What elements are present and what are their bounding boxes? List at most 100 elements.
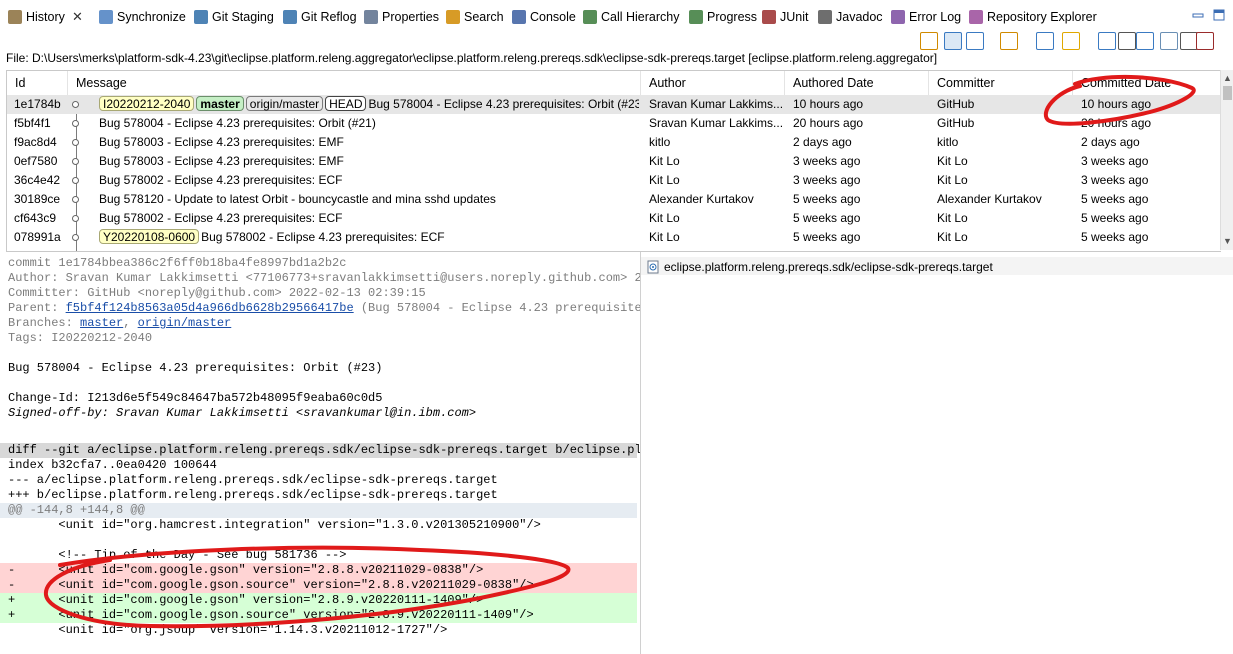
- close-icon[interactable]: ✕: [72, 9, 83, 25]
- commit-committer: Kit Lo: [937, 173, 968, 187]
- scroll-up-icon[interactable]: ▲: [1223, 73, 1232, 83]
- commit-row[interactable]: 078991a Y20220108-0600 Bug 578002 - Eclips…: [7, 228, 1221, 247]
- error-log-icon: [891, 10, 905, 24]
- commit-committed-date: 10 hours ago: [1081, 97, 1152, 111]
- commit-author: kitlo: [649, 135, 671, 149]
- parent-hash-link[interactable]: f5bf4f124b8563a05d4a966db6628b29566417be: [66, 301, 354, 315]
- tab-history[interactable]: History: [8, 6, 65, 28]
- compare-mode-icon[interactable]: [944, 32, 962, 50]
- commit-committed-date: 3 weeks ago: [1081, 173, 1149, 187]
- commit-id: f5bf4f1: [14, 116, 51, 130]
- diff-added-line: + <unit id="com.google.gson.source" vers…: [8, 608, 534, 622]
- commit-row[interactable]: 30189ce Bug 578120 - Update to latest Orb…: [7, 190, 1221, 209]
- branches-label: Branches:: [8, 316, 81, 330]
- commit-row[interactable]: 0ef7580 Bug 578003 - Eclipse 4.23 prerequ…: [7, 152, 1221, 171]
- scroll-down-icon[interactable]: ▼: [1223, 236, 1232, 246]
- menu-icon[interactable]: [1118, 32, 1136, 50]
- commit-message-text: Bug 578004 - Eclipse 4.23 prerequisites:…: [368, 97, 639, 111]
- commit-message-text: Bug 578002 - Eclipse 4.23 prerequisites:…: [201, 230, 445, 244]
- find-icon[interactable]: [1036, 32, 1054, 50]
- repository-explorer-icon: [969, 10, 983, 24]
- column-header-author[interactable]: Author: [641, 71, 785, 95]
- scrollbar-thumb[interactable]: [1223, 86, 1232, 100]
- tab-search[interactable]: Search: [446, 6, 504, 28]
- tab-label: History: [26, 10, 65, 24]
- repository-icon[interactable]: [1062, 32, 1080, 50]
- commit-graph-node: [72, 101, 79, 108]
- commit-graph-node: [72, 158, 79, 165]
- author-line: Author: Sravan Kumar Lakkimsetti <771067…: [8, 271, 640, 285]
- commit-row[interactable]: cf643c9 Bug 578002 - Eclipse 4.23 prerequ…: [7, 209, 1221, 228]
- tab-git-staging[interactable]: Git Staging: [194, 6, 274, 28]
- commit-message: Bug 578120 - Update to latest Orbit - bo…: [99, 190, 639, 209]
- commit-committer: Kit Lo: [937, 230, 968, 244]
- commit-committer: Alexander Kurtakov: [937, 192, 1042, 206]
- commit-table[interactable]: Id Message Author Authored Date Committe…: [6, 70, 1221, 252]
- tab-error-log[interactable]: Error Log: [891, 6, 961, 28]
- tags-line: Tags: I20220212-2040: [8, 331, 153, 345]
- diff-plus-file-line: +++ b/eclipse.platform.releng.prereqs.sd…: [8, 488, 498, 502]
- tab-properties[interactable]: Properties: [364, 6, 439, 28]
- tab-progress[interactable]: Progress: [689, 6, 757, 28]
- commit-row[interactable]: 36c4e42 Bug 578002 - Eclipse 4.23 prerequ…: [7, 171, 1221, 190]
- commit-message-text: Bug 578004 - Eclipse 4.23 prerequisites:…: [99, 116, 376, 130]
- tab-label: Synchronize: [117, 10, 186, 24]
- commit-row[interactable]: 1e1784b I20220212-2040 master origin/master…: [7, 95, 1221, 114]
- synchronize-icon: [99, 10, 113, 24]
- tab-call-hierarchy[interactable]: Call Hierarchy: [583, 6, 680, 28]
- history-icon: [8, 10, 22, 24]
- ref-label-remote: origin/master: [245, 96, 324, 111]
- parent-label: Parent:: [8, 301, 66, 315]
- commit-message-text: Bug 578003 - Eclipse 4.23 prerequisites:…: [99, 154, 344, 168]
- tab-junit[interactable]: JUnit: [762, 6, 808, 28]
- show-all-branches-icon[interactable]: [966, 32, 984, 50]
- ref-label-head: HEAD: [325, 96, 367, 111]
- tab-git-reflog[interactable]: Git Reflog: [283, 6, 357, 28]
- diff-deleted-line: - <unit id="com.google.gson" version="2.…: [8, 563, 484, 577]
- commit-committer: Kit Lo: [937, 211, 968, 225]
- tab-repository-explorer[interactable]: Repository Explorer: [969, 6, 1097, 28]
- commit-table-scrollbar[interactable]: ▲ ▼: [1220, 70, 1233, 250]
- search-icon: [446, 10, 460, 24]
- maximize-icon[interactable]: [1213, 9, 1225, 21]
- commit-details-pane[interactable]: commit 1e1784bbea386c2f6ff0b18ba4fe8997b…: [0, 252, 640, 654]
- properties-icon: [364, 10, 378, 24]
- column-header-authored-date[interactable]: Authored Date: [785, 71, 929, 95]
- commit-row[interactable]: f9ac8d4 Bug 578003 - Eclipse 4.23 prerequ…: [7, 133, 1221, 152]
- link-with-editor-icon[interactable]: [920, 32, 938, 50]
- junit-icon: [762, 10, 776, 24]
- column-header-message[interactable]: Message: [68, 71, 641, 95]
- commit-authored-date: 3 weeks ago: [793, 154, 861, 168]
- branch-link-master[interactable]: master: [80, 316, 123, 330]
- commit-author: Sravan Kumar Lakkims...: [649, 97, 783, 111]
- tab-synchronize[interactable]: Synchronize: [99, 6, 186, 28]
- change-id-line: Change-Id: I213d6e5f549c84647ba572b48095…: [8, 391, 383, 405]
- view-menu-icon[interactable]: [1160, 32, 1178, 50]
- diff-context-line: <unit id="org.hamcrest.integration" vers…: [8, 518, 541, 532]
- column-header-committer[interactable]: Committer: [929, 71, 1073, 95]
- commit-message: Bug 578002 - Eclipse 4.23 prerequisites:…: [99, 171, 639, 190]
- tab-label: Javadoc: [836, 10, 883, 24]
- branch-link-origin-master[interactable]: origin/master: [138, 316, 232, 330]
- minimize-icon[interactable]: [1192, 9, 1204, 21]
- target-file-icon: [647, 260, 659, 274]
- tab-label: Properties: [382, 10, 439, 24]
- layout-icon[interactable]: [1136, 32, 1154, 50]
- commit-committed-date: 5 weeks ago: [1081, 230, 1149, 244]
- commit-row[interactable]: f5bf4f1 Bug 578004 - Eclipse 4.23 prerequ…: [7, 114, 1221, 133]
- commit-authored-date: 10 hours ago: [793, 97, 864, 111]
- commit-id: 078991a: [14, 230, 61, 244]
- expand-icon[interactable]: [1196, 32, 1214, 50]
- signed-off-line: Signed-off-by: Sravan Kumar Lakkimsetti …: [8, 406, 477, 420]
- commit-author: Kit Lo: [649, 211, 680, 225]
- tab-javadoc[interactable]: Javadoc: [818, 6, 883, 28]
- tab-label: JUnit: [780, 10, 809, 24]
- diff-hunk-line: @@ -144,8 +144,8 @@: [8, 503, 145, 517]
- column-header-committed-date[interactable]: Committed Date: [1073, 71, 1221, 95]
- column-header-id[interactable]: Id: [7, 71, 68, 95]
- pane-divider[interactable]: [640, 252, 641, 654]
- filter-resources-icon[interactable]: [1098, 32, 1116, 50]
- tab-console[interactable]: Console: [512, 6, 576, 28]
- changed-file-item[interactable]: eclipse.platform.releng.prereqs.sdk/ecli…: [646, 258, 1233, 276]
- filter-icon[interactable]: [1000, 32, 1018, 50]
